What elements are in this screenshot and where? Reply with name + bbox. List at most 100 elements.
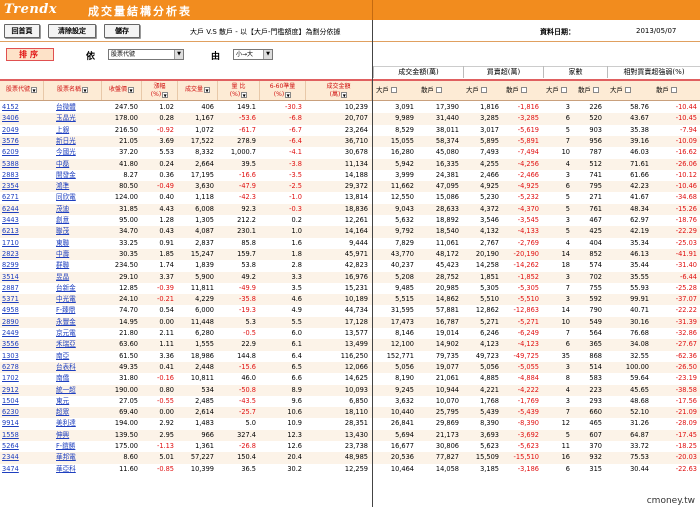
cell-code[interactable]: 5371 <box>2 294 44 305</box>
sort-icon[interactable] <box>625 87 631 93</box>
sort-icon[interactable]: ▼ <box>241 91 248 98</box>
cell-code[interactable]: 6230 <box>2 407 44 418</box>
cell-code[interactable]: 3474 <box>2 464 44 475</box>
cell-name[interactable]: 南亞 <box>56 351 102 362</box>
cell-name[interactable]: F-鎧勝 <box>56 441 102 452</box>
cell-code[interactable]: 2354 <box>2 181 44 192</box>
cell-name[interactable]: 華亞科 <box>56 464 102 475</box>
cell-code[interactable]: 1702 <box>2 373 44 384</box>
sort-field-select[interactable]: 股票代號 ▼ <box>108 49 184 60</box>
cell-code[interactable]: 5264 <box>2 441 44 452</box>
cell-name[interactable]: 東聯 <box>56 238 102 249</box>
col-big-amt[interactable]: 大戶 <box>373 80 418 100</box>
cell-code[interactable]: 5388 <box>2 159 44 170</box>
cell-name[interactable]: 京元電 <box>56 328 102 339</box>
sort-button[interactable]: 排序 <box>6 48 54 61</box>
cell-code[interactable]: 1504 <box>2 396 44 407</box>
cell-name[interactable]: 永豐金 <box>56 317 102 328</box>
cell-code[interactable]: 4958 <box>2 305 44 316</box>
col-big-str[interactable]: 大戶 <box>607 80 653 100</box>
sort-icon[interactable]: ▼ <box>82 86 88 93</box>
col-amt[interactable]: 成交金額 (萬) ▼ <box>306 81 372 100</box>
cell-code[interactable]: 3443 <box>2 215 44 226</box>
cell-code[interactable]: 4152 <box>2 102 44 113</box>
cell-name[interactable]: 玉晶光 <box>56 113 102 124</box>
cell-name[interactable]: 新日光 <box>56 136 102 147</box>
cell-name[interactable]: 台新金 <box>56 283 102 294</box>
cell-name[interactable]: 聯茂 <box>56 226 102 237</box>
cell-name[interactable]: 南僑 <box>56 373 102 384</box>
cell-code[interactable]: 3576 <box>2 136 44 147</box>
cell-name[interactable]: 群聯 <box>56 260 102 271</box>
cell-code[interactable]: 2887 <box>2 283 44 294</box>
cell-name[interactable]: 今國光 <box>56 147 102 158</box>
col-small-net[interactable]: 散戶 <box>503 80 543 100</box>
cell-code[interactable]: 6278 <box>2 362 44 373</box>
col-close[interactable]: 收盤價 ▼ <box>102 81 142 100</box>
cell-name[interactable]: 統一超 <box>56 385 102 396</box>
cell-code[interactable]: 6244 <box>2 204 44 215</box>
col-code[interactable]: 股票代號 ▼ <box>0 81 44 100</box>
sort-icon[interactable]: ▼ <box>204 86 210 93</box>
col-small-str[interactable]: 散戶 <box>653 80 700 100</box>
save-button[interactable]: 儲存 <box>104 24 140 38</box>
col-small-cnt[interactable]: 散戶 <box>575 80 607 100</box>
cell-name[interactable]: 上銀 <box>56 125 102 136</box>
cell-code[interactable]: 6213 <box>2 226 44 237</box>
cell-name[interactable]: 開發金 <box>56 170 102 181</box>
cell-code[interactable]: 2912 <box>2 385 44 396</box>
clear-settings-button[interactable]: 清除設定 <box>48 24 96 38</box>
sort-icon[interactable]: ▼ <box>31 86 37 93</box>
cell-code[interactable]: 2883 <box>2 170 44 181</box>
cell-code[interactable]: 1710 <box>2 238 44 249</box>
sort-icon[interactable] <box>671 87 677 93</box>
cell-code[interactable]: 6271 <box>2 192 44 203</box>
cell-name[interactable]: 中光電 <box>56 294 102 305</box>
cell-code[interactable]: 2344 <box>2 452 44 463</box>
cell-code[interactable]: 3406 <box>2 113 44 124</box>
cell-code[interactable]: 3556 <box>2 339 44 350</box>
cell-name[interactable]: 同欣電 <box>56 192 102 203</box>
cell-name[interactable]: 中壽 <box>56 249 102 260</box>
cell-code[interactable]: 2449 <box>2 328 44 339</box>
cell-code[interactable]: 1558 <box>2 430 44 441</box>
cell-code[interactable]: 6209 <box>2 147 44 158</box>
sort-icon[interactable] <box>593 87 599 93</box>
col-small-amt[interactable]: 散戶 <box>418 80 463 100</box>
cell-name[interactable]: 華邦電 <box>56 452 102 463</box>
cell-name[interactable]: 伸興 <box>56 430 102 441</box>
col-name[interactable]: 股票名稱 ▼ <box>44 81 102 100</box>
cell-code[interactable]: 3514 <box>2 272 44 283</box>
sort-icon[interactable] <box>391 87 397 93</box>
sort-icon[interactable] <box>481 87 487 93</box>
sort-icon[interactable]: ▼ <box>285 91 292 98</box>
sort-order-select[interactable]: 小→大 ▼ <box>233 49 273 60</box>
cell-name[interactable]: 超眾 <box>56 407 102 418</box>
col-vol[interactable]: 成交量 ▼ <box>178 81 218 100</box>
col-big-net[interactable]: 大戶 <box>463 80 503 100</box>
cell-code[interactable]: 8299 <box>2 260 44 271</box>
cell-name[interactable]: 台表科 <box>56 362 102 373</box>
cell-name[interactable]: 昱晶 <box>56 272 102 283</box>
cell-code[interactable]: 1303 <box>2 351 44 362</box>
sort-icon[interactable]: ▼ <box>341 91 348 98</box>
col-chg[interactable]: 漲幅 (%) ▼ <box>142 81 178 100</box>
sort-icon[interactable] <box>561 87 567 93</box>
col-vr[interactable]: 量 比 (%) ▼ <box>218 81 260 100</box>
col-vr660[interactable]: 6-60準量 (%) ▼ <box>260 81 306 100</box>
cell-name[interactable]: 東元 <box>56 396 102 407</box>
cell-code[interactable]: 2049 <box>2 125 44 136</box>
cell-code[interactable]: 2890 <box>2 317 44 328</box>
home-button[interactable]: 回首頁 <box>4 24 40 38</box>
cell-code[interactable]: 2823 <box>2 249 44 260</box>
cell-name[interactable]: 美利達 <box>56 418 102 429</box>
sort-icon[interactable]: ▼ <box>162 91 169 98</box>
cell-name[interactable]: F-臻鼎 <box>56 305 102 316</box>
sort-icon[interactable]: ▼ <box>128 86 134 93</box>
cell-name[interactable]: 禾瑞亞 <box>56 339 102 350</box>
cell-name[interactable]: 茂迪 <box>56 204 102 215</box>
sort-icon[interactable] <box>521 87 527 93</box>
cell-name[interactable]: 創意 <box>56 215 102 226</box>
cell-name[interactable]: 鴻準 <box>56 181 102 192</box>
cell-name[interactable]: 台微體 <box>56 102 102 113</box>
